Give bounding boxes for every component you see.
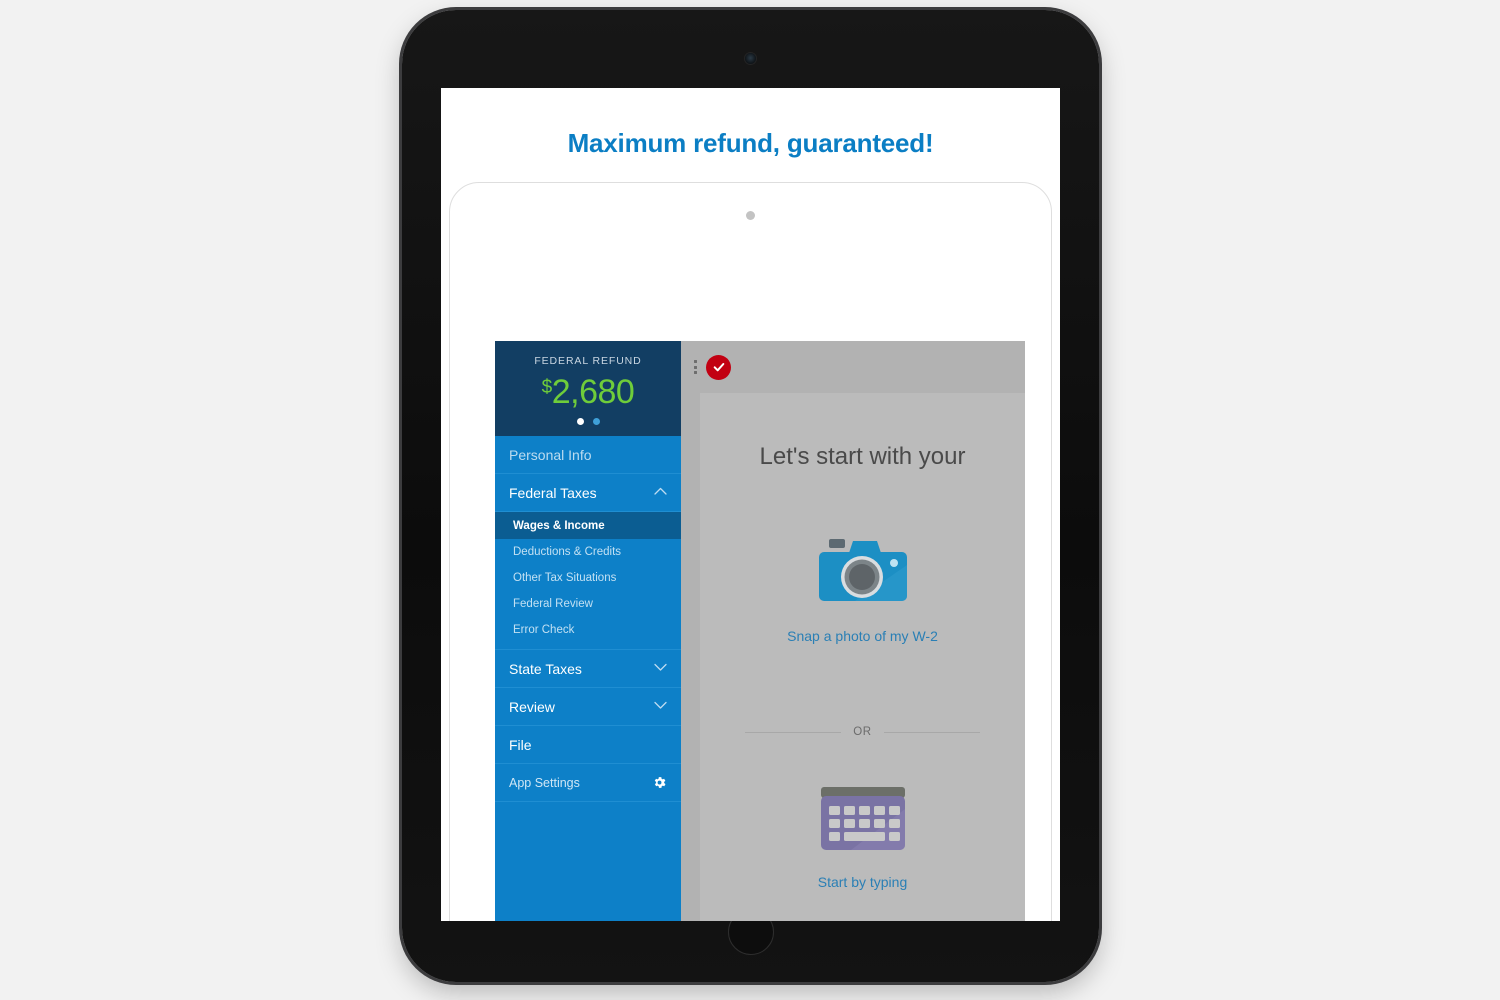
tablet-screen: Maximum refund, guaranteed! FEDERAL REFU… (441, 88, 1060, 921)
gear-icon[interactable] (652, 775, 667, 790)
option-snap-photo[interactable]: Snap a photo of my W-2 (700, 535, 1025, 644)
chevron-down-icon (654, 663, 667, 674)
sidebar-item-label: State Taxes (509, 660, 582, 677)
inner-device-mockup: FEDERAL REFUND $2,680 Personal Info Fede… (449, 182, 1052, 921)
page-title: Maximum refund, guaranteed! (567, 128, 934, 158)
app-screenshot: FEDERAL REFUND $2,680 Personal Info Fede… (495, 341, 1025, 921)
sidebar-item-label: Review (509, 698, 555, 715)
screenshot-root: Maximum refund, guaranteed! FEDERAL REFU… (0, 0, 1500, 1000)
sidebar-item-federal-taxes[interactable]: Federal Taxes (495, 474, 681, 512)
pager-dot-1[interactable] (576, 418, 584, 425)
content-card: Let's start with your Snap a photo of my… (700, 393, 1025, 921)
currency-symbol: $ (541, 377, 553, 398)
sidebar-subitem-other-tax-situations[interactable]: Other Tax Situations (495, 565, 681, 591)
kebab-menu-icon[interactable] (694, 360, 697, 374)
camera-icon (815, 535, 911, 618)
sidebar-subitem-deductions-credits[interactable]: Deductions & Credits (495, 539, 681, 565)
app-settings-label: App Settings (509, 775, 580, 790)
sidebar-subitem-label: Federal Review (513, 598, 593, 610)
refund-value: 2,680 (551, 373, 635, 411)
sidebar-item-label: Federal Taxes (509, 484, 597, 501)
federal-refund-amount: $2,680 (495, 369, 681, 411)
federal-taxes-subitems: Wages & Income Deductions & Credits Othe… (495, 512, 681, 650)
federal-refund-label: FEDERAL REFUND (534, 355, 642, 367)
sidebar-item-personal-info[interactable]: Personal Info (495, 436, 681, 474)
sidebar-item-label: Personal Info (509, 446, 592, 463)
sidebar-subitem-label: Wages & Income (513, 519, 605, 532)
sidebar-subitem-label: Deductions & Credits (513, 546, 622, 558)
sidebar-filler (495, 802, 681, 921)
sidebar-subitem-label: Other Tax Situations (513, 572, 617, 584)
chevron-up-icon (654, 487, 667, 498)
option-start-typing[interactable]: Start by typing (700, 783, 1025, 890)
red-check-badge-icon[interactable] (706, 354, 731, 380)
sidebar-subitem-wages-income[interactable]: Wages & Income (495, 512, 681, 539)
sidebar-item-label: File (509, 736, 532, 753)
sidebar: FEDERAL REFUND $2,680 Personal Info Fede… (495, 341, 681, 921)
front-camera-icon (745, 53, 756, 64)
keyboard-icon (815, 783, 911, 864)
sidebar-item-app-settings[interactable]: App Settings (495, 764, 681, 802)
content-heading: Let's start with your (759, 443, 966, 470)
sidebar-subitem-error-check[interactable]: Error Check (495, 617, 681, 643)
divider-line-left (745, 731, 842, 733)
option-label: Snap a photo of my W-2 (787, 628, 938, 644)
inner-camera-icon (746, 211, 755, 220)
main-content: Let's start with your Snap a photo of my… (681, 341, 1025, 921)
sidebar-item-review[interactable]: Review (495, 688, 681, 726)
sidebar-subitem-label: Error Check (513, 624, 575, 636)
refund-pager-dots[interactable] (495, 418, 681, 425)
sidebar-item-file[interactable]: File (495, 726, 681, 764)
chevron-down-icon (654, 701, 667, 712)
tablet-device-frame: Maximum refund, guaranteed! FEDERAL REFU… (402, 10, 1099, 982)
divider-label: OR (853, 726, 872, 738)
content-toolbar (681, 341, 1025, 393)
federal-refund-panel[interactable]: FEDERAL REFUND $2,680 (495, 341, 681, 436)
sidebar-item-state-taxes[interactable]: State Taxes (495, 650, 681, 688)
divider-line-right (883, 731, 980, 733)
pager-dot-2[interactable] (592, 418, 600, 425)
or-divider: OR (700, 726, 1025, 738)
sidebar-subitem-federal-review[interactable]: Federal Review (495, 591, 681, 617)
option-label: Start by typing (817, 874, 908, 890)
